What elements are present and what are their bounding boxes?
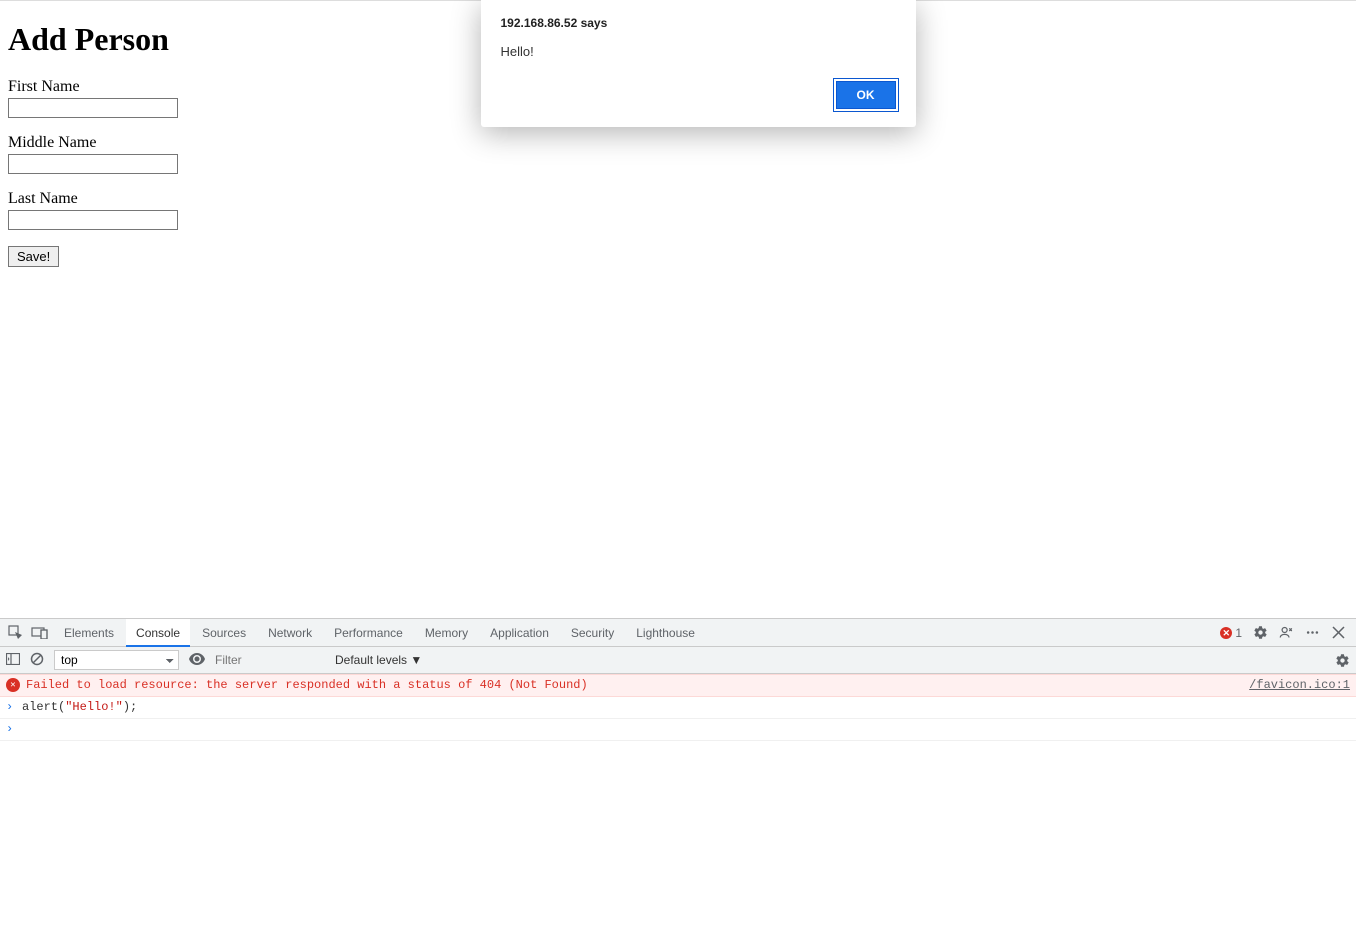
console-sidebar-toggle-icon[interactable] [6, 653, 20, 668]
error-dot-icon: ✕ [1220, 627, 1232, 639]
devtools-tabs: Elements Console Sources Network Perform… [0, 619, 1356, 647]
last-name-label: Last Name [8, 190, 1348, 208]
command-suffix: ); [123, 700, 137, 714]
devtools-panel: Elements Console Sources Network Perform… [0, 618, 1356, 932]
tab-lighthouse[interactable]: Lighthouse [626, 619, 705, 647]
tab-network[interactable]: Network [258, 619, 322, 647]
close-devtools-icon[interactable] [1330, 625, 1346, 641]
save-button[interactable]: Save! [8, 246, 59, 267]
live-expression-icon[interactable] [189, 653, 205, 668]
tab-security[interactable]: Security [561, 619, 624, 647]
command-string: "Hello!" [65, 700, 123, 714]
tab-console[interactable]: Console [126, 619, 190, 647]
alert-ok-button[interactable]: OK [836, 81, 896, 109]
prompt-chevron-icon: › [6, 721, 16, 738]
tab-elements[interactable]: Elements [54, 619, 124, 647]
console-prompt-input[interactable] [22, 721, 1350, 735]
inspect-element-icon[interactable] [6, 624, 24, 642]
device-toolbar-icon[interactable] [30, 624, 48, 642]
execution-context-select[interactable]: top [54, 650, 179, 670]
tab-memory[interactable]: Memory [415, 619, 478, 647]
console-toolbar: top Default levels ▼ [0, 647, 1356, 674]
error-icon: ✕ [6, 678, 20, 692]
tab-application[interactable]: Application [480, 619, 559, 647]
command-prefix: alert( [22, 700, 65, 714]
console-settings-icon[interactable] [1334, 652, 1350, 668]
settings-gear-icon[interactable] [1252, 625, 1268, 641]
error-source-link[interactable]: /favicon.ico:1 [1229, 677, 1350, 694]
last-name-input[interactable] [8, 210, 178, 230]
alert-dialog: 192.168.86.52 says Hello! OK [481, 0, 916, 127]
alert-message: Hello! [501, 44, 896, 59]
error-message-text: Failed to load resource: the server resp… [26, 677, 588, 694]
devtools-tabs-right: ✕ 1 [1220, 625, 1350, 641]
clear-console-icon[interactable] [30, 652, 44, 669]
console-error-row: ✕ Failed to load resource: the server re… [0, 674, 1356, 697]
error-count-value: 1 [1235, 626, 1242, 640]
console-command-row: › alert("Hello!"); [0, 697, 1356, 719]
feedback-icon[interactable] [1278, 625, 1294, 641]
console-filter-input[interactable] [215, 653, 325, 667]
more-menu-icon[interactable] [1304, 625, 1320, 641]
tab-sources[interactable]: Sources [192, 619, 256, 647]
first-name-input[interactable] [8, 98, 178, 118]
console-body: ✕ Failed to load resource: the server re… [0, 674, 1356, 932]
alert-origin: 192.168.86.52 says [501, 16, 896, 30]
log-levels-dropdown[interactable]: Default levels ▼ [335, 653, 422, 667]
command-text: alert("Hello!"); [22, 699, 137, 716]
middle-name-input[interactable] [8, 154, 178, 174]
command-chevron-icon: › [6, 699, 16, 716]
tab-performance[interactable]: Performance [324, 619, 413, 647]
last-name-row: Last Name [8, 190, 1348, 230]
error-count-badge[interactable]: ✕ 1 [1220, 626, 1242, 640]
alert-actions: OK [501, 81, 896, 109]
console-prompt-row[interactable]: › [0, 719, 1356, 741]
middle-name-row: Middle Name [8, 134, 1348, 174]
middle-name-label: Middle Name [8, 134, 1348, 152]
